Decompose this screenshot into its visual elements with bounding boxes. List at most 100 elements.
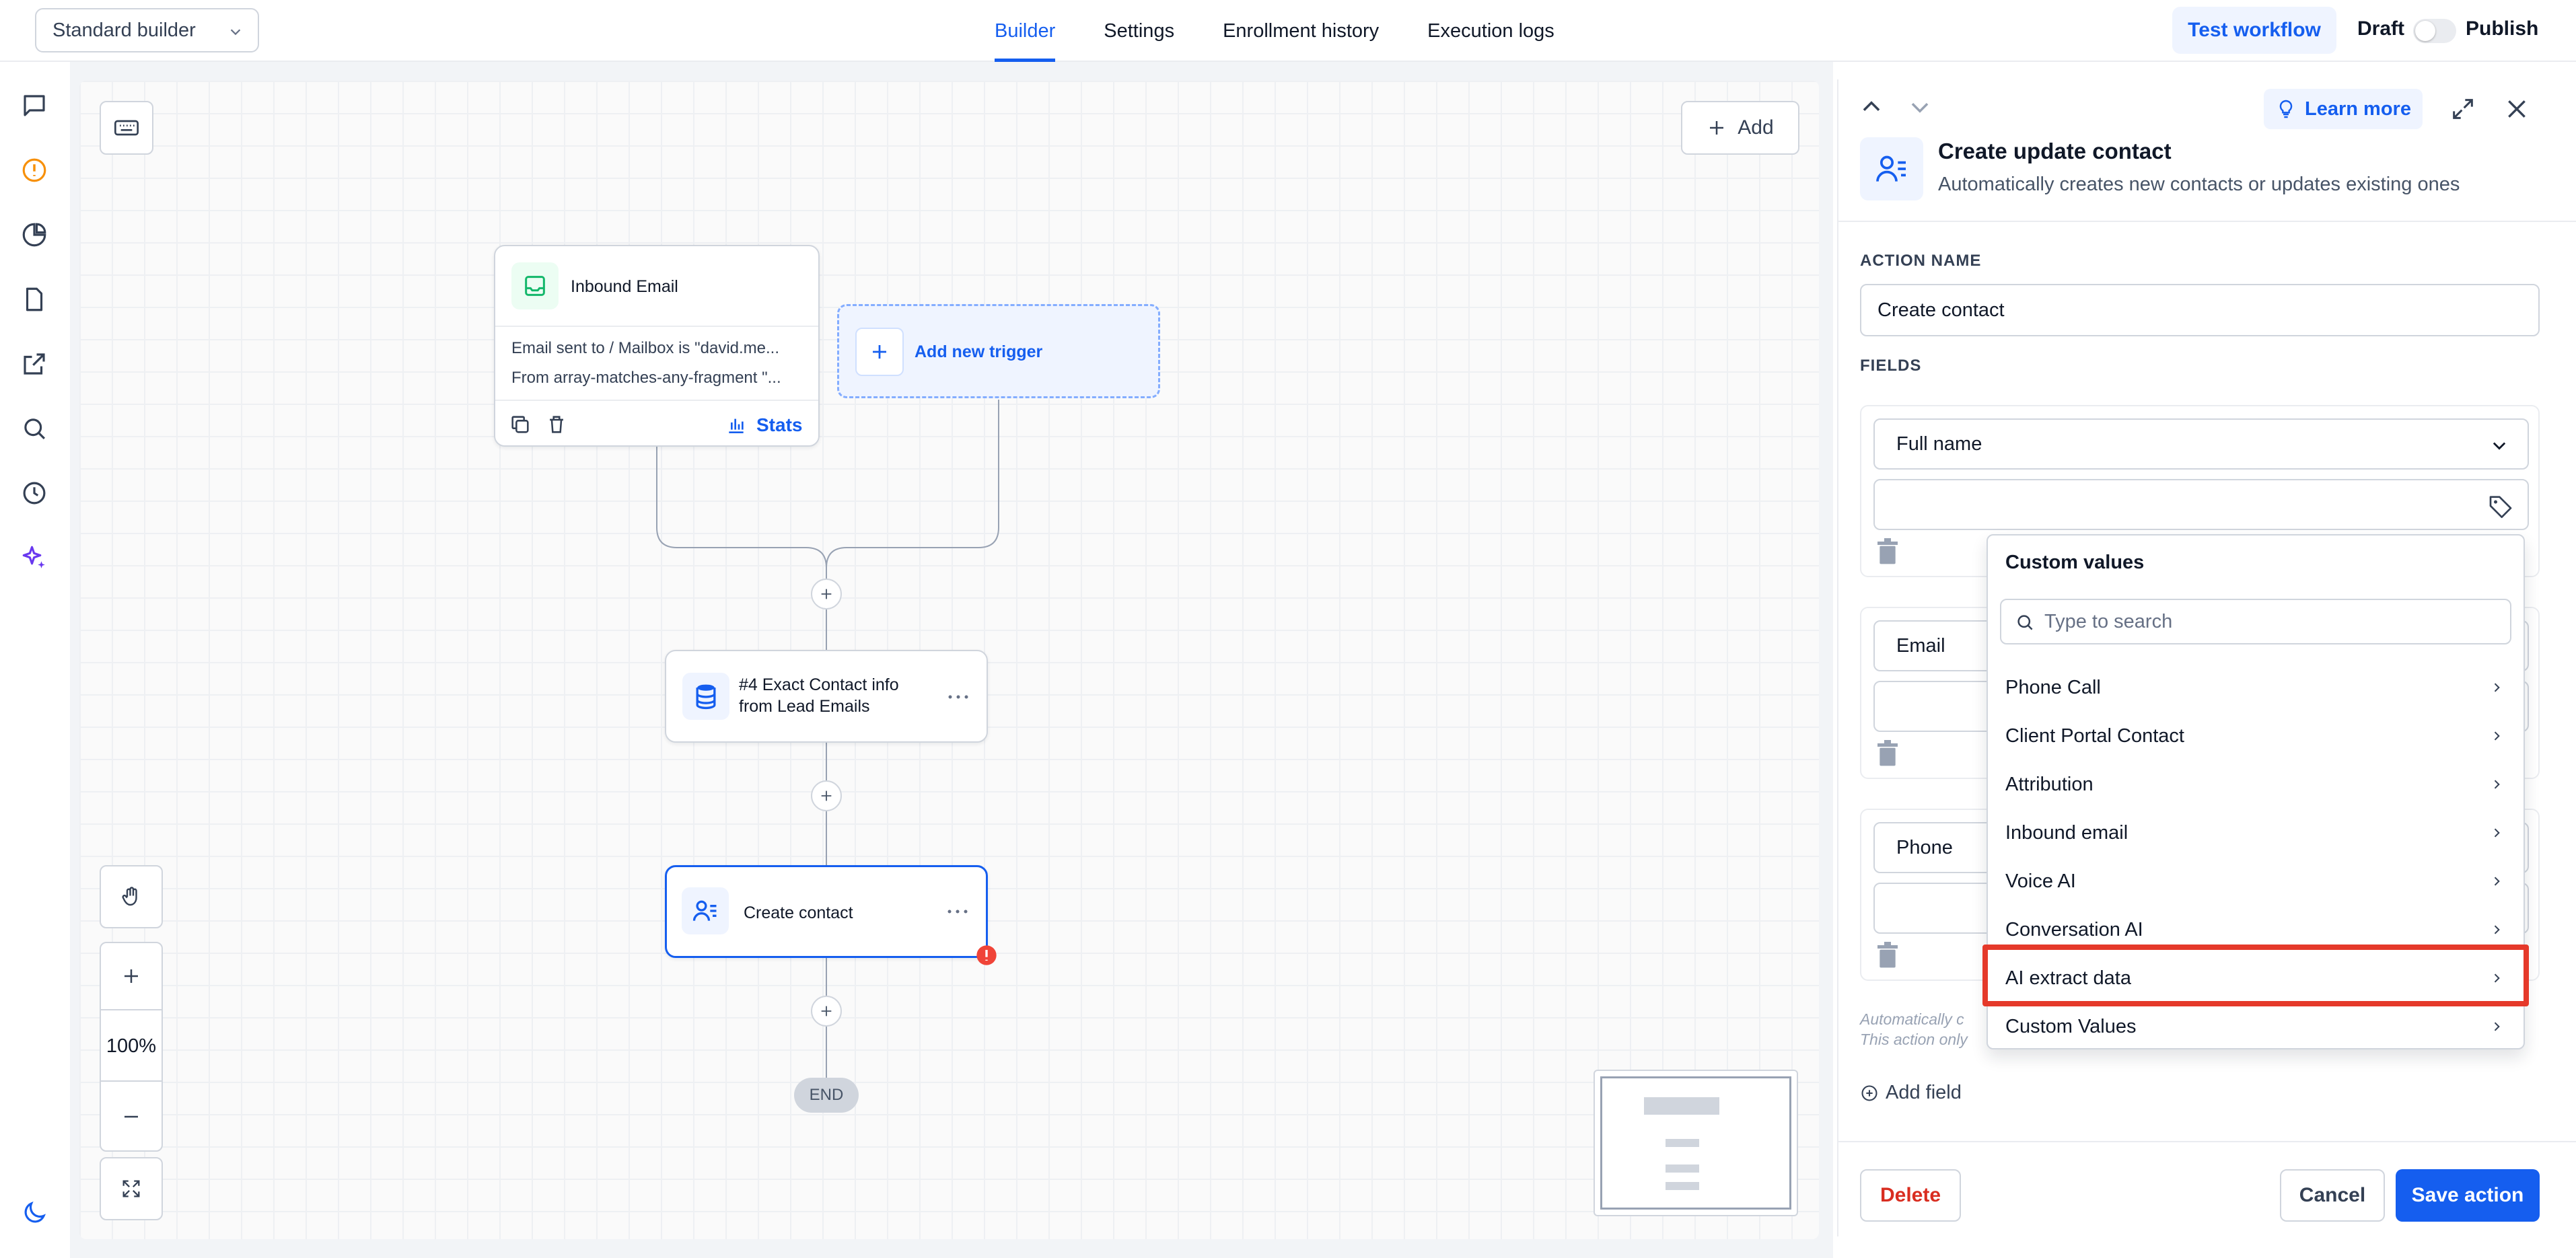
dropdown-item-inbound-email[interactable]: Inbound email bbox=[1988, 809, 2524, 857]
expand-panel-icon[interactable] bbox=[2449, 96, 2476, 122]
add-node-label: Add bbox=[1738, 116, 1774, 139]
divider bbox=[495, 326, 818, 327]
more-options-icon[interactable] bbox=[944, 905, 971, 918]
zoom-controls: 100% bbox=[100, 942, 163, 1152]
trigger-condition-2: From array-matches-any-fragment "... bbox=[511, 369, 781, 387]
learn-more-label: Learn more bbox=[2305, 98, 2411, 120]
stats-link[interactable]: Stats bbox=[756, 414, 802, 436]
search-placeholder: Type to search bbox=[2044, 610, 2173, 632]
chevron-down-icon[interactable] bbox=[1907, 94, 1933, 120]
chevron-up-icon[interactable] bbox=[1859, 94, 1884, 120]
action-name-input[interactable]: Create contact bbox=[1860, 284, 2540, 336]
dropdown-item-phone-call[interactable]: Phone Call bbox=[1988, 663, 2524, 712]
dropdown-item-label: Inbound email bbox=[2005, 821, 2128, 844]
lightbulb-icon bbox=[2279, 100, 2293, 118]
custom-values-search-input[interactable]: Type to search bbox=[2000, 599, 2511, 644]
action-node-extract-contact-info[interactable]: #4 Exact Contact info from Lead Emails bbox=[665, 650, 988, 743]
action-type-icon-box bbox=[1860, 137, 1923, 200]
plus-box bbox=[855, 328, 904, 376]
minimap-node bbox=[1666, 1164, 1699, 1173]
add-node-button[interactable]: Add bbox=[1681, 101, 1799, 155]
dropdown-item-label: Phone Call bbox=[2005, 676, 2101, 698]
chevron-down-icon bbox=[2493, 442, 2506, 450]
fields-label: FIELDS bbox=[1860, 357, 1922, 375]
action-title-line-1: #4 Exact Contact info bbox=[739, 675, 899, 694]
field-select-value: Full name bbox=[1896, 433, 1982, 455]
dropdown-item-label: Attribution bbox=[2005, 773, 2094, 795]
expand-icon bbox=[122, 1180, 140, 1197]
divider bbox=[495, 400, 818, 401]
divider bbox=[1838, 1141, 2576, 1142]
chevron-right-icon bbox=[2494, 828, 2500, 838]
tag-icon[interactable] bbox=[2487, 492, 2514, 519]
user-list-icon bbox=[692, 900, 717, 921]
zoom-in-button[interactable] bbox=[101, 943, 162, 1010]
field-select-value: Email bbox=[1896, 634, 1945, 657]
user-list-icon bbox=[1876, 155, 1906, 182]
trigger-condition-1: Email sent to / Mailbox is "david.me... bbox=[511, 339, 780, 357]
action-title-line-2: from Lead Emails bbox=[739, 697, 870, 716]
dropdown-item-client-portal-contact[interactable]: Client Portal Contact bbox=[1988, 712, 2524, 760]
panel-title: Create update contact bbox=[1938, 139, 2172, 163]
pan-tool-button[interactable] bbox=[100, 865, 163, 928]
add-field-button[interactable]: Add field bbox=[1860, 1082, 1962, 1104]
chevron-right-icon bbox=[2494, 780, 2500, 789]
dropdown-item-voice-ai[interactable]: Voice AI bbox=[1988, 857, 2524, 905]
zoom-out-button[interactable] bbox=[101, 1083, 162, 1150]
keyboard-shortcuts-button[interactable] bbox=[100, 101, 153, 155]
fit-view-button[interactable] bbox=[100, 1157, 163, 1220]
minimap-node bbox=[1666, 1139, 1699, 1147]
add-new-trigger-label: Add new trigger bbox=[915, 342, 1043, 361]
panel-note-line-1: Automatically c bbox=[1860, 1010, 1964, 1028]
action-icon-box bbox=[682, 673, 729, 720]
chevron-right-icon bbox=[2494, 925, 2500, 934]
plus-icon bbox=[873, 345, 886, 359]
dropdown-item-custom-values[interactable]: Custom Values bbox=[1988, 1002, 2524, 1051]
dropdown-title: Custom values bbox=[2005, 552, 2145, 573]
delete-button[interactable]: Delete bbox=[1860, 1169, 1961, 1222]
field-select[interactable]: Full name bbox=[1873, 418, 2529, 470]
search-icon bbox=[2017, 615, 2033, 630]
database-icon bbox=[696, 684, 716, 710]
trigger-node-inbound-email[interactable]: Inbound Email Email sent to / Mailbox is… bbox=[494, 245, 820, 447]
learn-more-button[interactable]: Learn more bbox=[2264, 89, 2423, 129]
delete-field-icon[interactable] bbox=[1876, 538, 1899, 565]
save-action-button[interactable]: Save action bbox=[2396, 1169, 2540, 1222]
field-value-input[interactable] bbox=[1873, 479, 2529, 530]
trigger-title: Inbound Email bbox=[571, 277, 678, 296]
copy-icon[interactable] bbox=[509, 413, 532, 436]
plus-icon bbox=[1710, 121, 1724, 135]
plus-icon bbox=[124, 969, 138, 983]
action-node-create-contact[interactable]: Create contact bbox=[665, 865, 988, 958]
chevron-right-icon bbox=[2494, 731, 2500, 741]
keyboard-icon bbox=[114, 120, 139, 136]
cancel-button[interactable]: Cancel bbox=[2280, 1169, 2385, 1222]
hand-icon bbox=[122, 887, 137, 906]
more-options-icon[interactable] bbox=[945, 690, 972, 704]
plus-circle-icon bbox=[1861, 1084, 1877, 1101]
action-title: Create contact bbox=[744, 903, 853, 922]
panel-note-line-2: This action only bbox=[1860, 1031, 1968, 1048]
delete-field-icon[interactable] bbox=[1876, 942, 1899, 969]
end-node: END bbox=[794, 1078, 859, 1113]
minimap[interactable] bbox=[1594, 1070, 1798, 1216]
plus-icon bbox=[821, 1006, 832, 1016]
trash-icon[interactable] bbox=[545, 413, 568, 436]
plus-icon bbox=[821, 589, 832, 599]
add-new-trigger-button[interactable]: Add new trigger bbox=[837, 304, 1160, 398]
dropdown-item-label: Voice AI bbox=[2005, 870, 2076, 892]
dropdown-item-attribution[interactable]: Attribution bbox=[1988, 760, 2524, 809]
minus-icon bbox=[124, 1115, 138, 1118]
minimap-node bbox=[1666, 1182, 1699, 1190]
insert-step-button[interactable] bbox=[811, 579, 842, 609]
dropdown-item-label: Client Portal Contact bbox=[2005, 725, 2184, 747]
insert-step-button[interactable] bbox=[811, 996, 842, 1027]
close-icon[interactable] bbox=[2503, 96, 2530, 122]
insert-step-button[interactable] bbox=[811, 780, 842, 811]
panel-subtitle: Automatically creates new contacts or up… bbox=[1938, 174, 2460, 195]
delete-field-icon[interactable] bbox=[1876, 740, 1899, 767]
dropdown-item-label: Conversation AI bbox=[2005, 918, 2143, 940]
chevron-right-icon bbox=[2494, 877, 2500, 886]
action-icon-box bbox=[682, 887, 729, 934]
minimap-viewport bbox=[1600, 1076, 1791, 1210]
